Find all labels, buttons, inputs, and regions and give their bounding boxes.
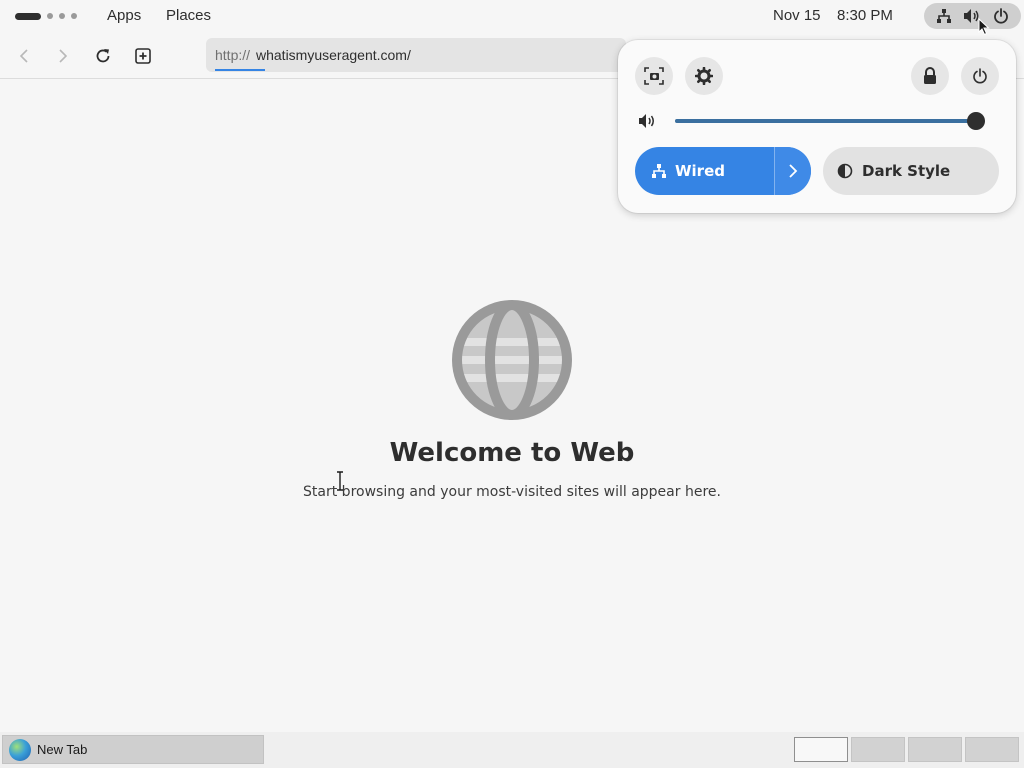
workspace-indicator [47, 13, 53, 19]
top-bar: Apps Places Nov 15 8:30 PM [0, 0, 1024, 32]
reload-icon [96, 49, 110, 63]
window-list-item[interactable]: New Tab [2, 735, 264, 764]
back-icon [19, 49, 28, 63]
volume-slider-fill [675, 119, 976, 123]
reload-button[interactable] [91, 44, 115, 68]
forward-button[interactable] [51, 44, 75, 68]
url-host: whatismyuseragent.com/ [256, 47, 411, 63]
epiphany-globe-icon [9, 738, 31, 761]
lock-icon [924, 67, 936, 84]
apps-menu[interactable]: Apps [107, 7, 141, 25]
back-button[interactable] [12, 44, 36, 68]
screenshot-icon [644, 67, 664, 85]
workspace-indicator [71, 13, 77, 19]
quick-settings-menu: Wired Dark Style [618, 40, 1016, 213]
welcome-subtitle: Start browsing and your most-visited sit… [303, 484, 721, 500]
network-wired-icon [936, 9, 951, 23]
clock-date[interactable]: Nov 15 [773, 7, 821, 25]
screenshot-button[interactable] [635, 57, 673, 95]
new-tab-icon [135, 48, 151, 64]
power-icon [973, 68, 987, 84]
dark-style-label: Dark Style [862, 162, 951, 180]
settings-icon [695, 67, 713, 85]
power-off-button[interactable] [961, 57, 999, 95]
dark-style-toggle[interactable]: Dark Style [823, 147, 999, 195]
workspace-4-button[interactable] [965, 737, 1019, 762]
lock-button[interactable] [911, 57, 949, 95]
workspace-indicator [59, 13, 65, 19]
page-load-progress [215, 69, 265, 71]
activities-button[interactable] [15, 10, 77, 22]
volume-slider[interactable] [675, 112, 985, 130]
mouse-pointer-icon [978, 18, 990, 36]
active-workspace-indicator [15, 12, 41, 20]
settings-button[interactable] [685, 57, 723, 95]
wired-toggle-main[interactable]: Wired [635, 147, 774, 195]
workspace-2-button[interactable] [851, 737, 905, 762]
workspace-3-button[interactable] [908, 737, 962, 762]
url-scheme: http:// [215, 47, 251, 63]
globe-icon [452, 300, 572, 420]
text-cursor-icon [337, 471, 343, 491]
window-list-bar: New Tab [0, 732, 1024, 768]
window-title: New Tab [37, 742, 88, 757]
volume-slider-handle[interactable] [967, 112, 985, 130]
forward-icon [59, 49, 68, 63]
welcome-title: Welcome to Web [389, 438, 635, 468]
clock-time[interactable]: 8:30 PM [837, 7, 893, 25]
places-menu[interactable]: Places [166, 7, 211, 25]
wired-label: Wired [675, 162, 725, 180]
volume-icon [639, 114, 654, 128]
wired-toggle[interactable]: Wired [635, 147, 811, 195]
chevron-right-icon [789, 164, 798, 178]
wired-submenu-button[interactable] [774, 147, 811, 195]
power-icon [994, 8, 1009, 24]
url-bar[interactable]: http:// whatismyuseragent.com/ [206, 38, 626, 72]
network-wired-icon [652, 164, 666, 178]
dark-style-icon [837, 163, 853, 179]
system-status-menu[interactable] [924, 3, 1021, 29]
new-tab-button[interactable] [131, 44, 155, 68]
workspace-1-button[interactable] [794, 737, 848, 762]
